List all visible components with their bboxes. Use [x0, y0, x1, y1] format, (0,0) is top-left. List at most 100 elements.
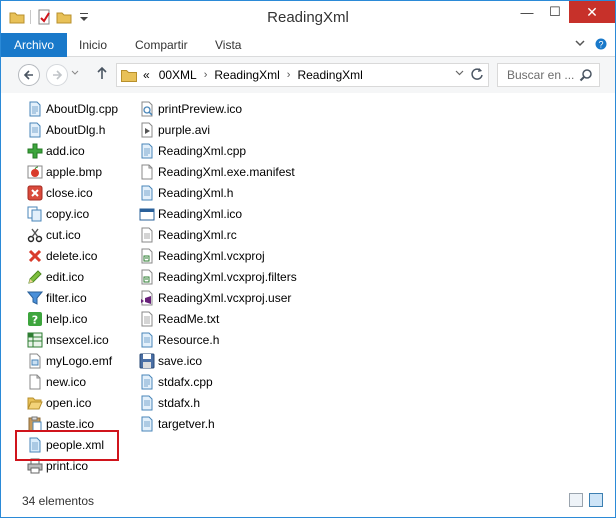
file-name: ReadingXml.vcxproj — [158, 248, 265, 263]
tab-inicio[interactable]: Inicio — [79, 33, 107, 57]
save-icon — [139, 353, 155, 369]
file-name: AboutDlg.h — [46, 122, 106, 137]
tab-vista[interactable]: Vista — [215, 33, 241, 57]
file-item[interactable]: delete.ico — [27, 245, 118, 266]
minimize-button[interactable]: — — [513, 1, 541, 23]
file-name: open.ico — [46, 395, 92, 410]
large-icons-view-icon[interactable] — [589, 493, 603, 507]
address-bar[interactable]: « 00XML › ReadingXml › ReadingXml — [116, 63, 489, 87]
file-list: AboutDlg.cpp AboutDlg.h add.ico apple.bmp cl… — [1, 93, 615, 485]
file-item[interactable]: filter.ico — [26, 287, 118, 308]
file-item[interactable]: save.ico — [139, 350, 297, 371]
cpp-file-icon — [27, 101, 43, 117]
file-item[interactable]: Resource.h — [139, 329, 297, 350]
file-name: cut.ico — [46, 227, 81, 242]
file-item[interactable]: ReadingXml.ico — [139, 203, 297, 224]
maximize-button[interactable]: ☐ — [541, 1, 569, 23]
breadcrumb-chevron-icon[interactable]: › — [204, 69, 208, 81]
file-name: save.ico — [158, 353, 203, 368]
file-name: new.ico — [46, 374, 87, 389]
file-item[interactable]: ReadMe.txt — [139, 308, 297, 329]
item-count: 34 elementos — [22, 494, 95, 508]
file-item[interactable]: copy.ico — [27, 203, 118, 224]
file-item[interactable]: cut.ico — [27, 224, 118, 245]
back-button[interactable] — [18, 64, 40, 86]
tab-compartir[interactable]: Compartir — [135, 33, 188, 57]
breadcrumb-item[interactable]: ReadingXml — [297, 68, 362, 82]
file-item[interactable]: edit.ico — [27, 266, 118, 287]
file-item[interactable]: targetver.h — [139, 413, 297, 434]
open-folder-icon — [27, 395, 43, 411]
tab-archivo[interactable]: Archivo — [1, 33, 67, 57]
file-name: filter.ico — [46, 290, 87, 305]
emf-file-icon — [27, 353, 43, 369]
search-input[interactable]: Buscar en ... — [497, 63, 600, 87]
address-dropdown-icon[interactable] — [455, 68, 464, 79]
file-item[interactable]: AboutDlg.h — [27, 119, 118, 140]
svg-text:?: ? — [32, 313, 38, 326]
file-item[interactable]: purple.avi — [139, 119, 297, 140]
header-file-icon — [139, 185, 155, 201]
file-name: copy.ico — [46, 206, 90, 221]
file-name: AboutDlg.cpp — [46, 101, 119, 116]
breadcrumb-item[interactable]: 00XML — [159, 68, 197, 82]
file-name: help.ico — [46, 311, 88, 326]
file-item[interactable]: ? help.ico — [27, 308, 118, 329]
file-name: close.ico — [46, 185, 93, 200]
recent-locations-icon[interactable] — [71, 69, 79, 79]
breadcrumb-item[interactable]: ReadingXml — [214, 68, 279, 82]
print-preview-icon — [139, 101, 155, 117]
file-item[interactable]: myLogo.emf — [27, 350, 118, 371]
close-button[interactable]: ✕ — [569, 1, 615, 23]
file-name: targetver.h — [158, 416, 215, 431]
file-name: ReadingXml.h — [158, 185, 234, 200]
pencil-icon — [27, 269, 43, 285]
cpp-file-icon — [139, 143, 155, 159]
file-item[interactable]: add.ico — [27, 140, 118, 161]
file-item[interactable]: new.ico — [27, 371, 118, 392]
file-name: printPreview.ico — [158, 101, 243, 116]
file-item[interactable]: ReadingXml.h — [139, 182, 297, 203]
expand-ribbon-icon[interactable] — [575, 38, 585, 53]
file-name: paste.ico — [46, 416, 95, 431]
title-bar: ReadingXml — ☐ ✕ — [1, 1, 615, 33]
file-item[interactable]: ReadingXml.vcxproj.user — [139, 287, 297, 308]
vs-user-file-icon — [139, 290, 155, 306]
file-item[interactable]: ReadingXml.vcxproj.filters — [139, 266, 297, 287]
file-name: ReadingXml.ico — [158, 206, 243, 221]
file-item[interactable]: stdafx.h — [139, 392, 297, 413]
file-item[interactable]: ReadingXml.cpp — [139, 140, 297, 161]
up-button[interactable] — [96, 66, 108, 83]
breadcrumb-chevron-icon[interactable]: › — [287, 69, 291, 81]
file-item[interactable]: ReadingXml.rc — [139, 224, 297, 245]
ribbon-tabs: Archivo Inicio Compartir Vista ? — [1, 33, 615, 57]
file-item[interactable]: ReadingXml.vcxproj — [139, 245, 297, 266]
file-item[interactable]: apple.bmp — [27, 161, 118, 182]
explorer-window: ReadingXml — ☐ ✕ Archivo Inicio Comparti… — [0, 0, 616, 518]
arrow-left-icon — [23, 70, 33, 80]
header-file-icon — [139, 332, 155, 348]
help-icon: ? — [27, 311, 43, 327]
details-view-icon[interactable] — [569, 493, 583, 507]
help-icon[interactable]: ? — [595, 38, 607, 53]
file-item[interactable]: msexcel.ico — [27, 329, 118, 350]
file-name: purple.avi — [158, 122, 211, 137]
file-item[interactable]: stdafx.cpp — [139, 371, 297, 392]
new-file-icon — [27, 374, 43, 390]
filters-file-icon — [139, 269, 155, 285]
cpp-file-icon — [139, 374, 155, 390]
refresh-icon[interactable] — [470, 67, 484, 84]
file-name: delete.ico — [46, 248, 98, 263]
forward-button[interactable] — [46, 64, 68, 86]
text-file-icon — [139, 311, 155, 327]
file-name: Resource.h — [158, 332, 220, 347]
file-item[interactable]: open.ico — [27, 392, 118, 413]
rc-file-icon — [139, 227, 155, 243]
file-name: edit.ico — [46, 269, 85, 284]
breadcrumb-overflow[interactable]: « — [143, 68, 150, 82]
file-item[interactable]: ReadingXml.exe.manifest — [139, 161, 297, 182]
file-item[interactable]: printPreview.ico — [139, 98, 297, 119]
file-item[interactable]: close.ico — [27, 182, 118, 203]
file-item[interactable]: AboutDlg.cpp — [27, 98, 118, 119]
search-icon[interactable] — [579, 68, 593, 82]
